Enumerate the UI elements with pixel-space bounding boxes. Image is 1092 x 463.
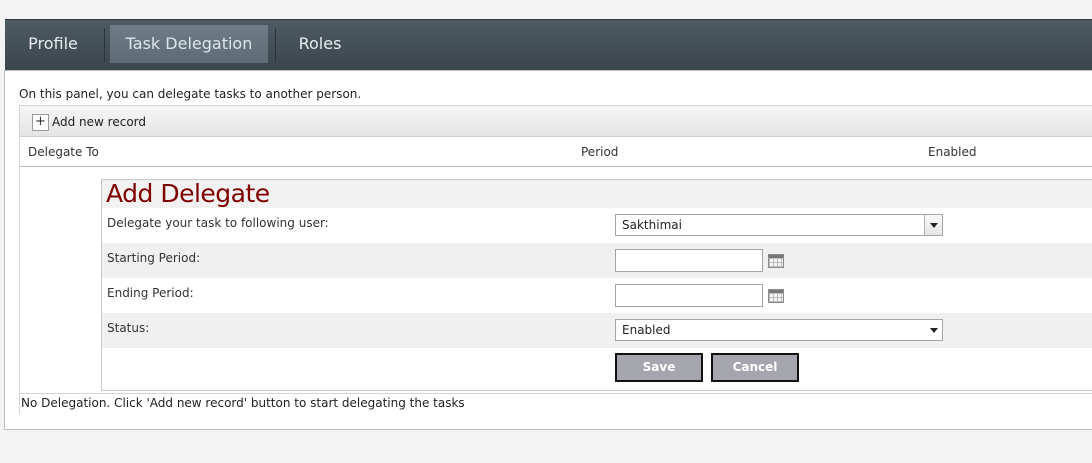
delegate-user-value: Sakthimai — [622, 218, 682, 232]
calendar-icon[interactable] — [768, 289, 784, 303]
add-delegate-form: Add Delegate Delegate your task to follo… — [101, 179, 1092, 391]
tab-task-delegation[interactable]: Task Delegation — [110, 25, 268, 63]
column-header-delegate-to[interactable]: Delegate To — [28, 145, 99, 159]
add-new-record-button[interactable]: + Add new record — [32, 113, 146, 131]
form-title-bar: Add Delegate — [102, 179, 1092, 208]
delegate-user-row: Delegate your task to following user: Sa… — [102, 208, 1092, 243]
tab-bar: Profile Task Delegation Roles — [5, 19, 1092, 71]
starting-period-row: Starting Period: — [102, 243, 1092, 278]
tab-profile[interactable]: Profile — [5, 25, 101, 63]
starting-period-label: Starting Period: — [107, 251, 201, 265]
calendar-icon[interactable] — [768, 254, 784, 268]
delegation-grid: + Add new record Delegate To Period Enabl… — [19, 105, 1092, 414]
form-title: Add Delegate — [106, 179, 270, 208]
chevron-down-icon[interactable] — [924, 215, 942, 235]
plus-icon: + — [32, 114, 49, 131]
ending-period-label: Ending Period: — [107, 286, 194, 300]
status-select[interactable]: Enabled — [615, 319, 943, 341]
status-label: Status: — [107, 321, 150, 335]
column-header-period[interactable]: Period — [581, 145, 618, 159]
panel-intro-text: On this panel, you can delegate tasks to… — [19, 87, 362, 101]
grid-footer: No Delegation. Click 'Add new record' bu… — [20, 393, 1092, 414]
task-delegation-panel: On this panel, you can delegate tasks to… — [4, 70, 1092, 430]
tab-divider — [104, 28, 105, 62]
ending-period-input[interactable] — [615, 284, 763, 307]
cancel-button[interactable]: Cancel — [711, 353, 799, 382]
grid-header: Delegate To Period Enabled — [20, 137, 1092, 167]
status-row: Status: Enabled — [102, 313, 1092, 348]
delegate-user-label: Delegate your task to following user: — [107, 216, 329, 230]
status-value: Enabled — [622, 323, 671, 337]
form-actions-row: Save Cancel — [102, 348, 1092, 388]
ending-period-row: Ending Period: — [102, 278, 1092, 313]
grid-command-bar: + Add new record — [20, 106, 1092, 137]
save-button[interactable]: Save — [615, 353, 703, 382]
delegate-user-select[interactable]: Sakthimai — [615, 214, 943, 236]
add-new-record-label: Add new record — [52, 115, 146, 129]
tab-roles[interactable]: Roles — [275, 25, 365, 63]
column-header-enabled[interactable]: Enabled — [928, 145, 977, 159]
no-delegation-message: No Delegation. Click 'Add new record' bu… — [21, 396, 465, 410]
starting-period-input[interactable] — [615, 249, 763, 272]
chevron-down-icon[interactable] — [925, 320, 942, 340]
